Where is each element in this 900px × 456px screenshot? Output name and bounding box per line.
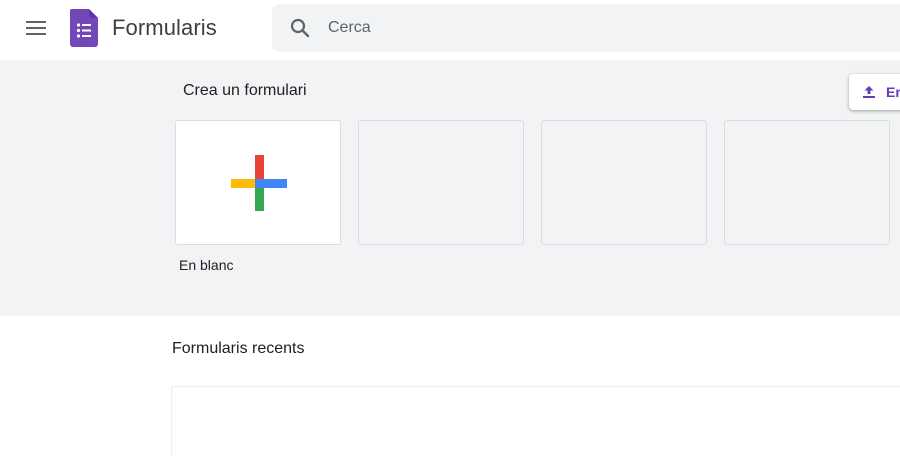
template-card[interactable] [724, 120, 890, 245]
template-card[interactable] [541, 120, 707, 245]
template-card[interactable] [358, 120, 524, 245]
search-bar[interactable] [272, 4, 900, 52]
search-icon[interactable] [288, 16, 312, 40]
upload-form-button[interactable]: Envia [849, 74, 900, 110]
blank-form-caption: En blanc [179, 257, 234, 273]
search-input[interactable] [328, 4, 888, 52]
upload-button-label: Envia [886, 84, 900, 100]
hamburger-menu-icon [26, 21, 46, 35]
recent-forms-list [171, 386, 900, 456]
forms-logo-icon[interactable] [70, 9, 98, 47]
top-app-bar: Formularis [0, 0, 900, 58]
app-title[interactable]: Formularis [112, 15, 217, 41]
plus-icon [231, 155, 287, 211]
template-gallery: Crea un formulari Envia En blanc [0, 60, 900, 316]
recent-forms-title: Formularis recents [172, 340, 305, 357]
upload-icon [863, 86, 875, 98]
main-menu-button[interactable] [14, 8, 58, 48]
blank-form-card[interactable] [175, 120, 341, 245]
template-section-title: Crea un formulari [183, 82, 307, 99]
